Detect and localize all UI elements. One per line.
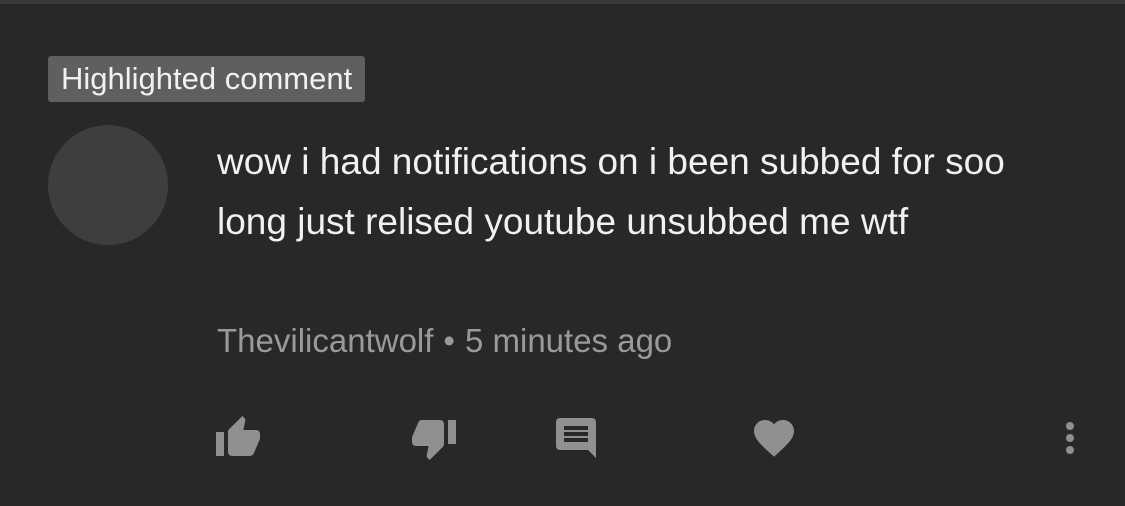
comment-text: wow i had notifications on i been subbed… xyxy=(217,141,1005,242)
more-vert-icon xyxy=(1066,422,1074,454)
like-button[interactable] xyxy=(214,414,262,462)
thumb-down-icon xyxy=(412,420,456,460)
author-name[interactable]: Thevilicantwolf xyxy=(217,322,433,359)
avatar[interactable] xyxy=(48,125,168,245)
comment-meta: Thevilicantwolf • 5 minutes ago xyxy=(217,318,672,364)
timestamp[interactable]: 5 minutes ago xyxy=(465,322,672,359)
heart-icon xyxy=(754,420,794,457)
comment-icon xyxy=(556,418,596,458)
highlighted-comment-badge: Highlighted comment xyxy=(48,56,366,102)
meta-separator: • xyxy=(443,322,455,359)
thumb-up-icon xyxy=(216,416,260,456)
more-options-button[interactable] xyxy=(1046,414,1094,462)
dislike-button[interactable] xyxy=(410,414,458,462)
top-divider xyxy=(0,0,1125,4)
heart-button[interactable] xyxy=(750,414,798,462)
reply-button[interactable] xyxy=(552,414,600,462)
